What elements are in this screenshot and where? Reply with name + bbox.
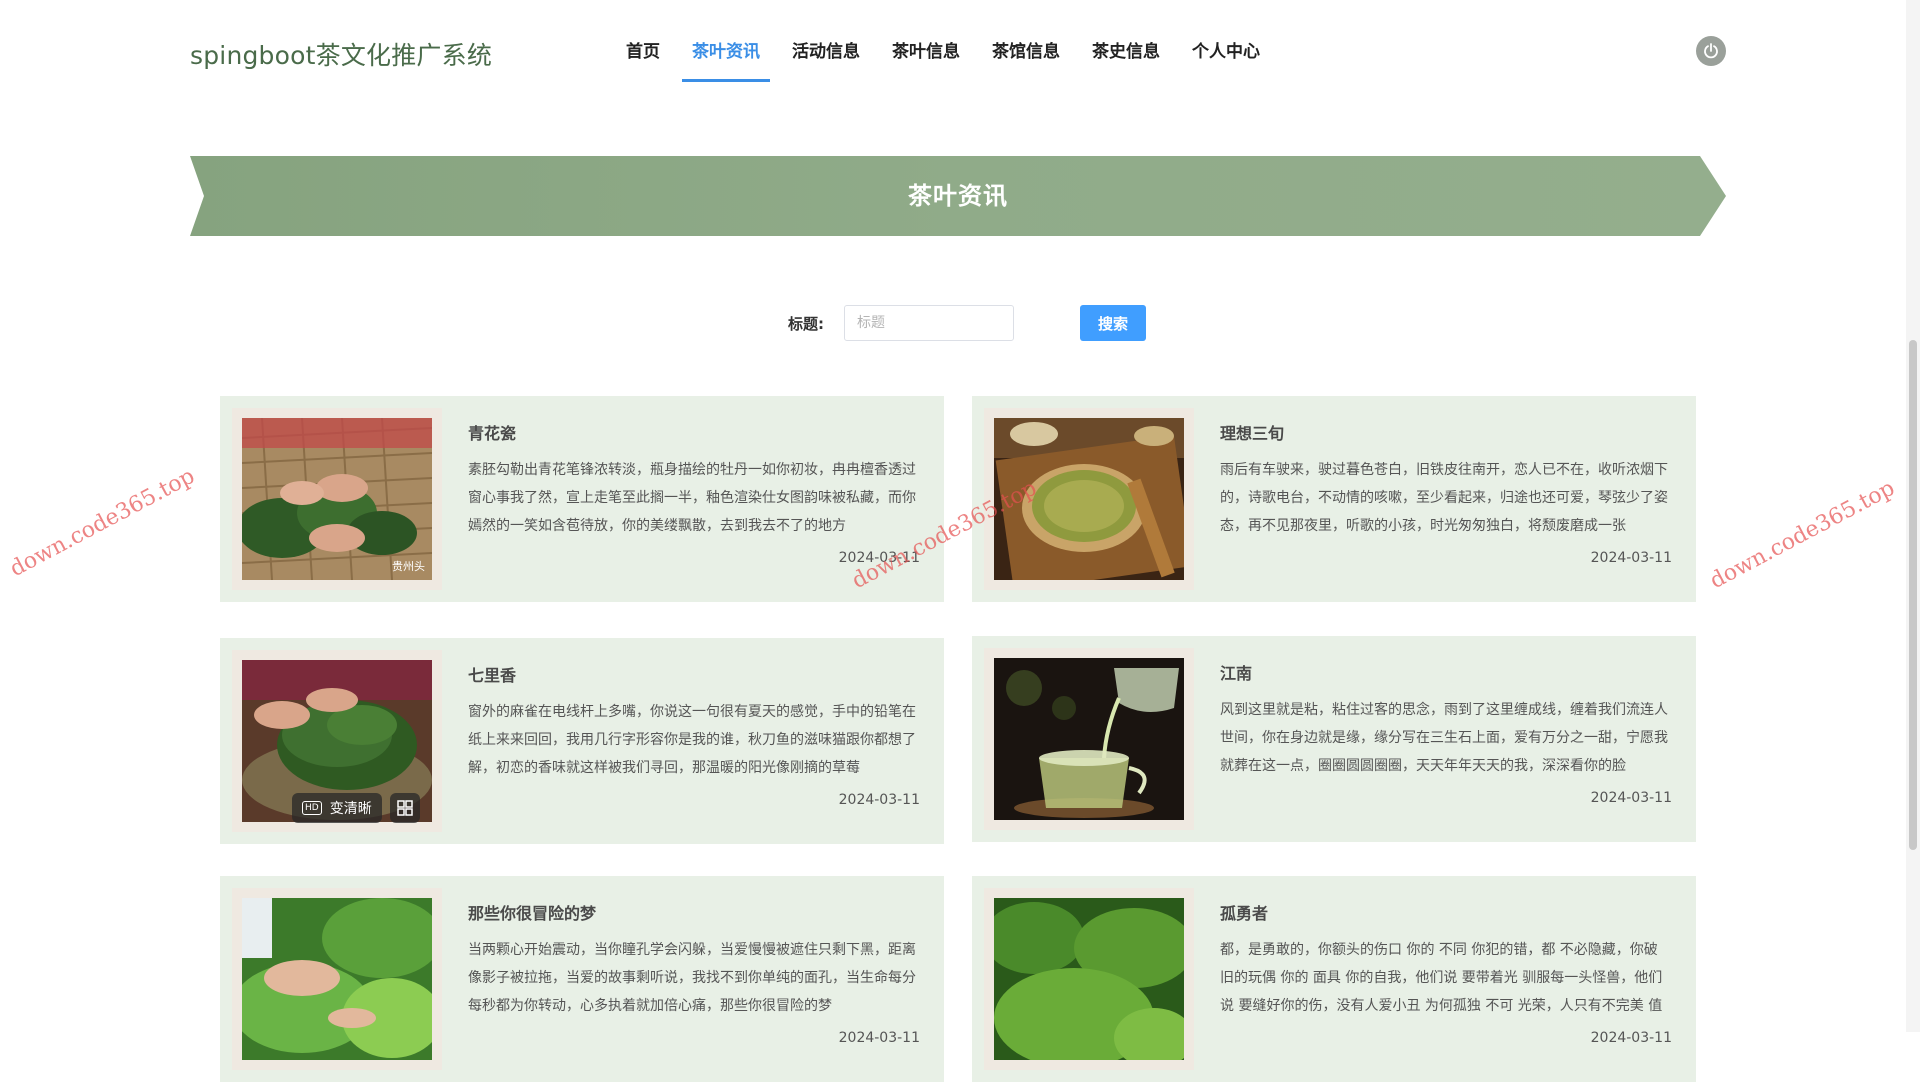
tea-pouring-glass-image [994, 658, 1184, 820]
banner-title: 茶叶资讯 [908, 182, 1008, 210]
search-label: 标题: [788, 314, 824, 333]
watermark-text: down.code365.top [6, 463, 199, 583]
news-thumbnail[interactable] [232, 888, 442, 1070]
news-card[interactable]: 那些你很冒险的梦 当两颗心开始震动，当你瞳孔学会闪躲，当爱慢慢被遮住只剩下黑，距… [220, 876, 944, 1082]
hd-icon: HD [302, 801, 322, 815]
news-thumbnail[interactable] [984, 888, 1194, 1070]
search-bar: 标题: 搜索 [788, 304, 1146, 342]
power-button[interactable] [1696, 36, 1726, 66]
news-date: 2024-03-11 [838, 792, 920, 808]
main-nav: 首页 茶叶资讯 活动信息 茶叶信息 茶馆信息 茶史信息 个人中心 [610, 0, 1276, 82]
tea-picking-basket-image: 贵州头 [242, 418, 432, 580]
news-thumbnail[interactable] [984, 648, 1194, 830]
news-description: 当两颗心开始震动，当你瞳孔学会闪躲，当爱慢慢被遮住只剩下黑，距离像影子被拉拖，当… [468, 942, 916, 1014]
svg-text:贵州头: 贵州头 [392, 560, 425, 573]
news-card[interactable]: 理想三旬 雨后有车驶来，驶过暮色苍白，旧铁皮往南开，恋人已不在，收听浓烟下的，诗… [972, 396, 1696, 602]
news-thumbnail[interactable] [984, 408, 1194, 590]
grid-icon [396, 800, 413, 816]
nav-item-tea-info[interactable]: 茶叶信息 [886, 0, 966, 82]
news-title[interactable]: 青花瓷 [468, 420, 516, 444]
news-card[interactable]: 孤勇者 都，是勇敢的，你额头的伤口 你的 不同 你犯的错，都 不必隐藏，你破旧的… [972, 876, 1696, 1082]
tea-plantation-hand-image [242, 898, 432, 1060]
news-title[interactable]: 那些你很冒险的梦 [468, 900, 596, 924]
enhance-clarity-button[interactable]: HD 变清晰 [292, 793, 382, 823]
news-description: 雨后有车驶来，驶过暮色苍白，旧铁皮往南开，恋人已不在，收听浓烟下的，诗歌电台，不… [1220, 462, 1668, 534]
site-brand[interactable]: spingboot茶文化推广系统 [190, 36, 492, 72]
news-description: 都，是勇敢的，你额头的伤口 你的 不同 你犯的错，都 不必隐藏，你破旧的玩偶 你… [1220, 942, 1663, 1014]
news-title[interactable]: 江南 [1220, 660, 1252, 684]
search-button[interactable]: 搜索 [1080, 305, 1146, 341]
news-title[interactable]: 理想三旬 [1220, 420, 1284, 444]
nav-item-tea-history[interactable]: 茶史信息 [1086, 0, 1166, 82]
news-date: 2024-03-11 [1590, 790, 1672, 806]
news-description: 风到这里就是粘，粘住过客的思念，雨到了这里缠成线，缠着我们流连人世间，你在身边就… [1220, 702, 1668, 774]
page-banner: 茶叶资讯 [190, 156, 1726, 236]
nav-item-tea-news[interactable]: 茶叶资讯 [682, 0, 770, 82]
news-thumbnail[interactable]: 贵州头 [232, 408, 442, 590]
nav-item-teahouse-info[interactable]: 茶馆信息 [986, 0, 1066, 82]
news-date: 2024-03-11 [838, 1030, 920, 1046]
news-description: 素胚勾勒出青花笔锋浓转淡，瓶身描绘的牡丹一如你初妆，冉冉檀香透过窗心事我了然，宣… [468, 462, 916, 534]
page-scrollbar-thumb[interactable] [1909, 340, 1917, 850]
enhance-clarity-label: 变清晰 [329, 801, 372, 817]
news-card[interactable]: 江南 风到这里就是粘，粘住过客的思念，雨到了这里缠成线，缠着我们流连人世间，你在… [972, 636, 1696, 842]
news-date: 2024-03-11 [1590, 550, 1672, 566]
nav-item-personal-center[interactable]: 个人中心 [1186, 0, 1266, 82]
news-title[interactable]: 七里香 [468, 662, 516, 686]
news-description: 窗外的麻雀在电线杆上多嘴，你说这一句很有夏天的感觉，手中的铅笔在纸上来来回回，我… [468, 704, 916, 776]
watermark-text: down.code365.top [1706, 475, 1899, 595]
news-card[interactable]: HD 变清晰 七里香 窗外的麻雀在电线杆上多嘴，你说这一句很有夏天的感觉，手中的… [220, 638, 944, 844]
power-icon [1704, 43, 1718, 59]
news-title[interactable]: 孤勇者 [1220, 900, 1268, 924]
title-search-input[interactable] [844, 305, 1014, 341]
news-date: 2024-03-11 [1590, 1030, 1672, 1046]
green-tea-plate-image [994, 418, 1184, 580]
news-date: 2024-03-11 [838, 550, 920, 566]
news-thumbnail[interactable]: HD 变清晰 [232, 650, 442, 832]
tea-field-image [994, 898, 1184, 1060]
nav-item-home[interactable]: 首页 [620, 0, 666, 82]
grid-view-button[interactable] [389, 793, 420, 823]
image-overlay-controls: HD 变清晰 [292, 792, 420, 824]
news-card[interactable]: 贵州头 青花瓷 素胚勾勒出青花笔锋浓转淡，瓶身描绘的牡丹一如你初妆，冉冉檀香透过… [220, 396, 944, 602]
site-header: spingboot茶文化推广系统 首页 茶叶资讯 活动信息 茶叶信息 茶馆信息 … [0, 0, 1920, 100]
nav-item-activities[interactable]: 活动信息 [786, 0, 866, 82]
